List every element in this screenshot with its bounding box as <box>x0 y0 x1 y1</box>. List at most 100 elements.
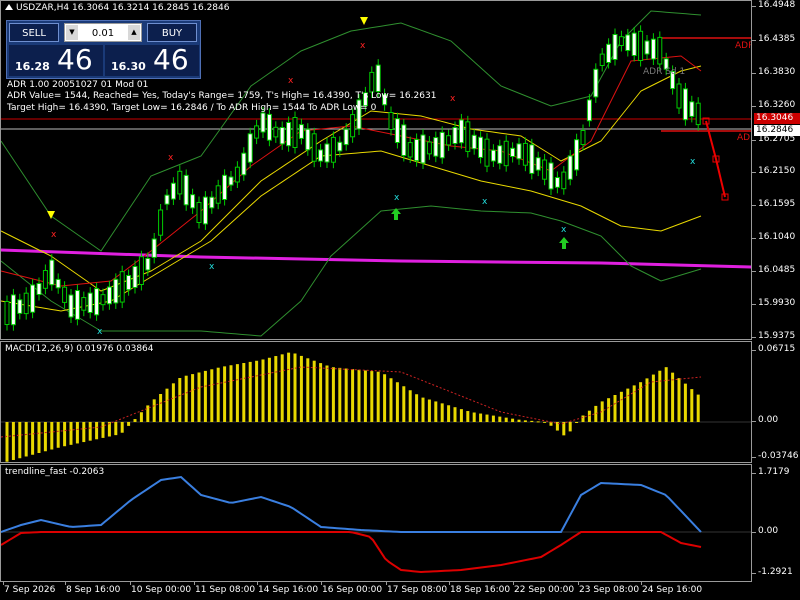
macd-histogram-bar <box>427 399 431 422</box>
macd-histogram-bar <box>447 405 451 422</box>
candle-body <box>586 99 592 122</box>
macd-axis-label: -0.03746 <box>751 451 799 461</box>
macd-histogram-bar <box>312 360 316 422</box>
sell-price-box[interactable]: 16.28 46 <box>9 43 103 76</box>
macd-histogram-bar <box>56 422 60 448</box>
macd-histogram-bar <box>530 420 534 422</box>
price-axis[interactable]: 16.4948 16.4385 16.3830 16.3260 16.2705 … <box>751 0 800 600</box>
trendline-axis-label: -1.2921 <box>752 567 793 577</box>
macd-histogram-bar <box>210 369 214 422</box>
candle-body <box>292 117 298 148</box>
buy-price-box[interactable]: 16.30 46 <box>105 43 199 76</box>
projection-line <box>705 120 726 198</box>
candle-body <box>132 266 138 288</box>
bid-price-box: 16.2846 <box>754 125 800 136</box>
macd-histogram-bar <box>235 364 239 422</box>
candle-body <box>190 194 196 209</box>
macd-histogram-bar <box>43 422 47 452</box>
candle-body <box>638 30 644 61</box>
time-axis-label: 10 Sep 00:00 <box>131 585 192 595</box>
candle-body <box>452 127 458 144</box>
trendline-fast-line <box>1 475 702 533</box>
macd-histogram-bar <box>549 422 553 426</box>
price-axis-label: 16.3260 <box>751 100 796 110</box>
macd-title: MACD(12,26,9) 0.01976 0.03864 <box>5 344 154 354</box>
candle-body <box>561 171 567 190</box>
signal-x-marker-icon: x <box>168 153 174 163</box>
candle-body <box>593 68 599 98</box>
macd-histogram-bar <box>114 422 118 436</box>
candle-body <box>529 144 535 174</box>
candle-body <box>164 194 170 205</box>
time-axis-label: 14 Sep 16:00 <box>258 585 319 595</box>
macd-histogram-bar <box>523 420 527 422</box>
adr-low-label: ADR <box>737 133 751 143</box>
macd-histogram-bar <box>88 422 92 441</box>
macd-histogram-bar <box>594 405 598 422</box>
adr-high-label: ADR <box>735 41 751 51</box>
macd-histogram-bar <box>216 367 220 422</box>
macd-histogram-bar <box>5 422 9 462</box>
quantity-field[interactable]: ▼ 0.01 ▲ <box>64 23 142 42</box>
macd-histogram-bar <box>402 386 406 422</box>
macd-histogram-bar <box>543 421 547 423</box>
quantity-decrease-icon[interactable]: ▼ <box>66 25 78 40</box>
quantity-increase-icon[interactable]: ▲ <box>128 25 140 40</box>
macd-histogram-bar <box>139 412 143 422</box>
candle-body <box>689 101 695 117</box>
candle-body <box>510 147 516 158</box>
candle-body <box>151 238 157 258</box>
buy-price-big: 46 <box>153 43 189 76</box>
trendline-axis-label: 1.7179 <box>752 467 790 477</box>
candle-body <box>369 71 375 93</box>
macd-histogram-bar <box>562 422 566 436</box>
macd-histogram-bar <box>127 422 131 426</box>
candle-body <box>49 259 55 286</box>
time-axis-label: 23 Sep 08:00 <box>579 585 640 595</box>
symbol-title-icon <box>5 4 13 10</box>
candle-body <box>273 126 279 138</box>
candle-body <box>30 284 36 313</box>
quantity-value[interactable]: 0.01 <box>92 28 114 39</box>
macd-histogram-bar <box>171 383 175 422</box>
price-chart-pane[interactable]: x x x x x x x x x x x USDZAR,H4 16.3064 16.3214 16… <box>0 0 752 340</box>
signal-x-marker-icon: x <box>450 94 456 104</box>
candle-body <box>298 124 304 139</box>
price-axis-label: 16.0485 <box>751 265 796 275</box>
sell-price-big: 46 <box>57 43 93 76</box>
macd-histogram-bar <box>133 419 137 422</box>
candle-body <box>17 299 23 314</box>
macd-histogram-bar <box>485 414 489 422</box>
signal-x-marker-icon: x <box>690 157 696 167</box>
sell-button[interactable]: SELL <box>9 23 59 42</box>
trendline-pane[interactable]: trendline_fast -0.2063 <box>0 464 752 582</box>
signal-up-arrow-icon <box>559 237 569 249</box>
macd-histogram-bar <box>31 422 35 455</box>
macd-pane[interactable]: MACD(12,26,9) 0.01976 0.03864 <box>0 341 752 463</box>
macd-histogram-bar <box>504 417 508 422</box>
macd-histogram-bar <box>415 394 419 422</box>
time-axis-label: 18 Sep 16:00 <box>450 585 511 595</box>
buy-button[interactable]: BUY <box>147 23 197 42</box>
macd-histogram-bar <box>421 397 425 422</box>
macd-signal-line <box>1 366 702 438</box>
macd-histogram-bar <box>619 391 623 422</box>
candle-body <box>330 136 336 163</box>
macd-histogram-bar <box>459 409 463 422</box>
signal-x-marker-icon: x <box>482 197 488 207</box>
candle-body <box>23 292 29 315</box>
time-axis-label: 7 Sep 2026 <box>4 585 56 595</box>
candle-body <box>222 174 228 201</box>
candle-body <box>612 34 618 60</box>
moving-average-slow-line <box>1 150 702 312</box>
macd-histogram-bar <box>376 371 380 422</box>
candle-body <box>350 114 356 138</box>
candle-body <box>62 286 68 303</box>
macd-histogram-bar <box>24 422 28 457</box>
adr-side-label: ADR Sd 1 <box>643 67 686 77</box>
candle-body <box>10 294 16 326</box>
macd-histogram-bar <box>568 422 572 432</box>
macd-histogram-bar <box>581 415 585 422</box>
macd-histogram-bar <box>261 359 265 422</box>
macd-histogram-bar <box>120 422 124 433</box>
